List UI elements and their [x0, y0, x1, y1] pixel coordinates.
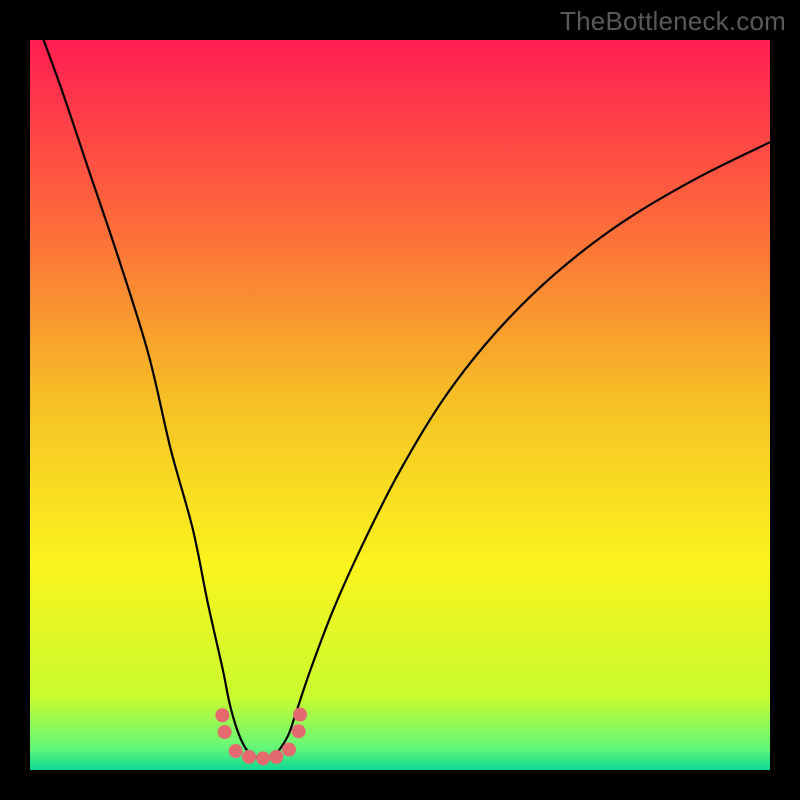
valley-dot — [218, 725, 232, 739]
valley-dot — [292, 724, 306, 738]
gradient-background — [30, 40, 770, 770]
watermark-text: TheBottleneck.com — [560, 6, 786, 37]
valley-dot — [242, 750, 256, 764]
bottleneck-chart — [30, 40, 770, 770]
valley-dot — [293, 708, 307, 722]
valley-dot — [269, 750, 283, 764]
valley-dot — [256, 751, 270, 765]
chart-frame — [30, 40, 770, 770]
valley-dot — [282, 743, 296, 757]
valley-dot — [215, 708, 229, 722]
valley-dot — [229, 744, 243, 758]
